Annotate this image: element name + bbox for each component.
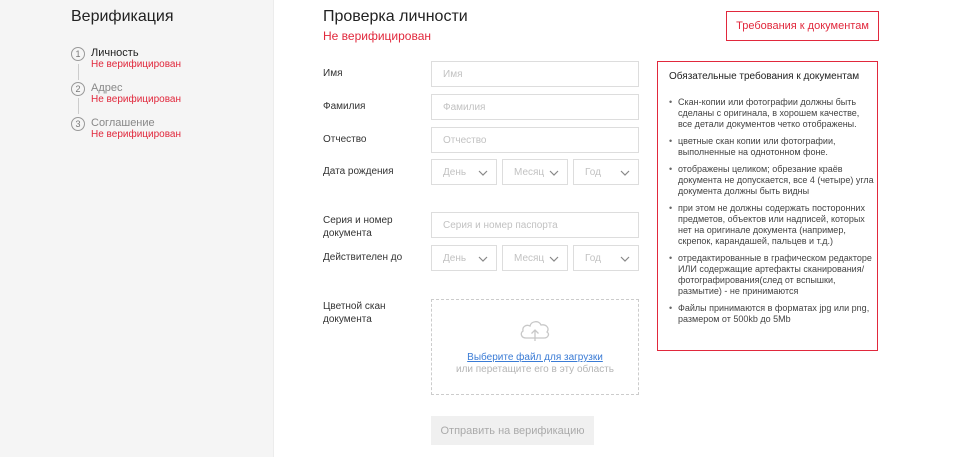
step-number: 3 bbox=[71, 117, 85, 131]
requirement-item: Скан-копии или фотографии должны быть сд… bbox=[669, 97, 874, 130]
step-label: Адрес bbox=[91, 82, 123, 94]
birth-year-select[interactable]: Год bbox=[573, 159, 639, 185]
select-value: Год bbox=[585, 167, 601, 178]
chevron-down-icon bbox=[620, 170, 630, 176]
chevron-down-icon bbox=[549, 170, 559, 176]
step-status: Не верифицирован bbox=[91, 94, 182, 105]
submit-verification-button[interactable]: Отправить на верификацию bbox=[431, 416, 594, 445]
requirement-item: отображены целиком; обрезание краёв доку… bbox=[669, 164, 874, 197]
sidebar: Верификация 1 Личность Не верифицирован … bbox=[0, 0, 274, 457]
chevron-down-icon bbox=[478, 256, 488, 262]
select-value: Год bbox=[585, 253, 601, 264]
step-connector bbox=[78, 64, 79, 80]
step-status: Не верифицирован bbox=[91, 129, 182, 140]
choose-file-link[interactable]: Выберите файл для загрузки bbox=[432, 352, 638, 363]
patronymic-label: Отчество bbox=[323, 134, 367, 145]
cloud-upload-icon bbox=[520, 321, 550, 341]
requirement-item: отредактированные в графическом редактор… bbox=[669, 253, 874, 297]
chevron-down-icon bbox=[549, 256, 559, 262]
birth-month-select[interactable]: Месяц bbox=[502, 159, 568, 185]
requirement-item: при этом не должны содержать посторонних… bbox=[669, 203, 874, 247]
valid-day-select[interactable]: День bbox=[431, 245, 497, 271]
page-title: Проверка личности bbox=[323, 8, 468, 25]
step-connector bbox=[78, 98, 79, 114]
select-value: Месяц bbox=[514, 253, 545, 264]
document-number-input[interactable] bbox=[431, 212, 639, 238]
select-value: День bbox=[443, 167, 467, 178]
valid-month-select[interactable]: Месяц bbox=[502, 245, 568, 271]
step-number: 2 bbox=[71, 82, 85, 96]
last-name-label: Фамилия bbox=[323, 101, 366, 112]
requirements-panel: Обязательные требования к документам Ска… bbox=[657, 61, 878, 351]
valid-until-label: Действителен до bbox=[323, 252, 403, 263]
sidebar-title: Верификация bbox=[71, 8, 174, 25]
first-name-input[interactable] bbox=[431, 61, 639, 87]
step-status: Не верифицирован bbox=[91, 59, 182, 70]
requirements-button[interactable]: Требования к документам bbox=[726, 11, 879, 41]
step-number: 1 bbox=[71, 47, 85, 61]
birth-date-label: Дата рождения bbox=[323, 166, 394, 177]
upload-hint: или перетащите его в эту область bbox=[455, 364, 614, 375]
step-label: Личность bbox=[91, 47, 139, 59]
document-label: Серия и номер документа bbox=[323, 215, 393, 239]
select-value: Месяц bbox=[514, 167, 545, 178]
birth-day-select[interactable]: День bbox=[431, 159, 497, 185]
chevron-down-icon bbox=[478, 170, 488, 176]
requirements-list: Скан-копии или фотографии должны быть сд… bbox=[669, 97, 874, 331]
patronymic-input[interactable] bbox=[431, 127, 639, 153]
step-label: Соглашение bbox=[91, 117, 155, 129]
scan-label: Цветной скан документа bbox=[323, 301, 386, 325]
requirement-item: Файлы принимаются в форматах jpg или png… bbox=[669, 303, 874, 325]
last-name-input[interactable] bbox=[431, 94, 639, 120]
valid-year-select[interactable]: Год bbox=[573, 245, 639, 271]
select-value: День bbox=[443, 253, 467, 264]
chevron-down-icon bbox=[620, 256, 630, 262]
verification-status: Не верифицирован bbox=[323, 29, 432, 43]
first-name-label: Имя bbox=[323, 68, 343, 79]
upload-dropzone[interactable]: Выберите файл для загрузки или перетащит… bbox=[431, 299, 639, 395]
requirement-item: цветные скан копии или фотографии, выпол… bbox=[669, 136, 874, 158]
requirements-title: Обязательные требования к документам bbox=[669, 71, 860, 82]
